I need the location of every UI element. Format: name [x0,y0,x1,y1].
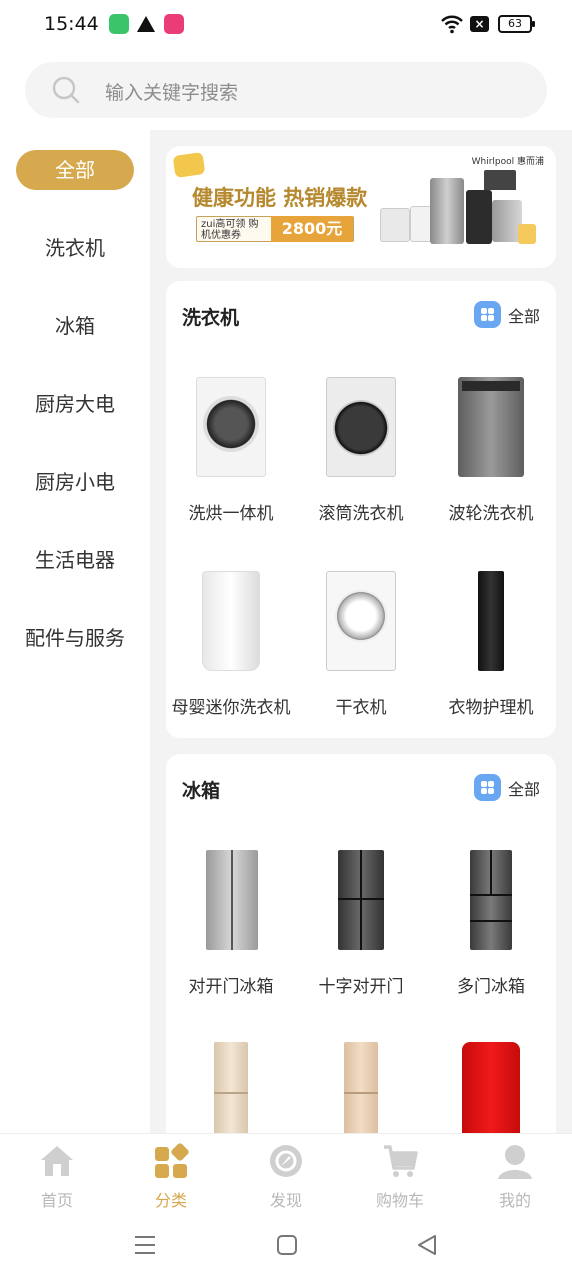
coupon-badge: zui高可领 购机优惠券 2800元 [196,216,354,242]
banner-title: 健康功能 热销爆款 [192,186,368,210]
product-image [206,850,258,950]
product-label: 干衣机 [335,698,387,718]
menu-icon[interactable] [134,1233,156,1257]
appliance-image [430,178,464,244]
tab-label: 首页 [40,1191,73,1210]
product-image [326,571,396,671]
section-card-fridges: 冰箱 全部 对开门冰箱 十字对开门 多门冰箱 [166,754,556,1133]
product-image [458,377,524,477]
sidebar-item-kitchen-large[interactable]: 厨房大电 [0,382,150,426]
brand-logo: Whirlpool 惠而浦 [471,157,544,167]
product-label: 洗烘一体机 [188,504,274,524]
product-label: 十字对开门 [318,977,404,997]
warning-icon [137,16,155,32]
cart-icon [384,1145,418,1177]
product-image [478,571,504,671]
gift-box-icon [518,224,536,244]
view-all-button[interactable]: 全部 [474,774,540,802]
sidebar-item-label: 厨房大电 [35,392,115,416]
app-notification-icon-2 [164,14,184,34]
sidebar-item-all[interactable]: 全部 [0,148,150,192]
category-sidebar: 全部 洗衣机 冰箱 厨房大电 厨房小电 生活电器 配件与服务 [0,130,150,1133]
product-label: 滚筒洗衣机 [318,504,404,524]
wifi-icon [441,15,463,34]
search-placeholder[interactable]: 输入关键字搜索 [105,78,238,105]
section-title: 洗衣机 [182,307,240,329]
sidebar-item-home-appliances[interactable]: 生活电器 [0,538,150,582]
tab-home[interactable]: 首页 [12,1142,102,1211]
sidebar-item-label: 冰箱 [55,314,95,338]
promo-banner[interactable]: Whirlpool 惠而浦 健康功能 热销爆款 zui高可领 购机优惠券 280… [166,146,556,268]
battery-level: 63 [508,17,522,30]
tab-label: 我的 [498,1191,531,1210]
sidebar-item-label: 洗衣机 [45,236,105,260]
tab-cart[interactable]: 购物车 [355,1142,445,1211]
product-label: 母婴迷你洗衣机 [171,698,291,718]
grid-icon [474,774,501,801]
product-label: 对开门冰箱 [188,977,274,997]
product-image [470,850,512,950]
product-label: 衣物护理机 [448,698,534,718]
appliance-image [466,190,492,244]
coupon-amount: 2800元 [271,216,353,242]
back-icon[interactable] [416,1233,438,1257]
sidebar-item-label: 生活电器 [35,548,115,572]
category-icon [155,1143,189,1178]
sidebar-item-label: 配件与服务 [25,626,125,650]
view-all-label: 全部 [508,780,541,799]
home-icon [41,1146,73,1176]
no-sim-icon: × [470,16,489,32]
tab-profile[interactable]: 我的 [470,1142,560,1211]
product-image [326,377,396,477]
section-title: 冰箱 [182,780,221,802]
coupon-text: zui高可领 购机优惠券 [201,219,259,241]
bottom-tab-bar: 首页 分类 发现 购物车 我的 [0,1133,572,1215]
product-image [462,1042,520,1133]
profile-icon [498,1145,532,1179]
product-image [338,850,384,950]
sidebar-item-fridges[interactable]: 冰箱 [0,304,150,348]
tab-discover[interactable]: 发现 [241,1142,331,1211]
view-all-label: 全部 [508,307,541,326]
tab-category[interactable]: 分类 [126,1142,216,1211]
tab-label: 分类 [154,1191,187,1210]
search-icon [52,76,80,104]
status-bar: 15:44 × 63 [0,0,572,50]
product-label: 波轮洗衣机 [448,504,534,524]
sidebar-item-label: 厨房小电 [35,470,115,494]
product-label: 多门冰箱 [457,977,525,997]
battery-icon: 63 [498,15,535,33]
search-bar[interactable]: 输入关键字搜索 [25,62,547,118]
grid-icon [474,301,501,328]
sidebar-item-washers[interactable]: 洗衣机 [0,226,150,270]
app-notification-icon [109,14,129,34]
appliance-image [380,208,410,242]
section-card-washers: 洗衣机 全部 洗烘一体机 滚筒洗衣机 波轮洗衣机 母婴迷你洗衣机 干衣机 衣物护… [166,281,556,738]
product-image [202,571,260,671]
sidebar-item-label: 全部 [16,150,134,190]
promo-tag-icon [172,152,206,178]
tab-label: 发现 [269,1191,302,1210]
appliance-image [484,170,516,190]
discover-icon [270,1145,302,1177]
sidebar-item-accessories[interactable]: 配件与服务 [0,616,150,660]
product-image [214,1042,248,1133]
sidebar-item-kitchen-small[interactable]: 厨房小电 [0,460,150,504]
product-image [196,377,266,477]
status-time: 15:44 [44,13,99,35]
home-square-icon[interactable] [276,1233,298,1257]
view-all-button[interactable]: 全部 [474,301,540,329]
tab-label: 购物车 [375,1191,424,1210]
system-nav-bar [0,1215,572,1280]
category-content: Whirlpool 惠而浦 健康功能 热销爆款 zui高可领 购机优惠券 280… [150,130,572,1133]
product-image [344,1042,378,1133]
